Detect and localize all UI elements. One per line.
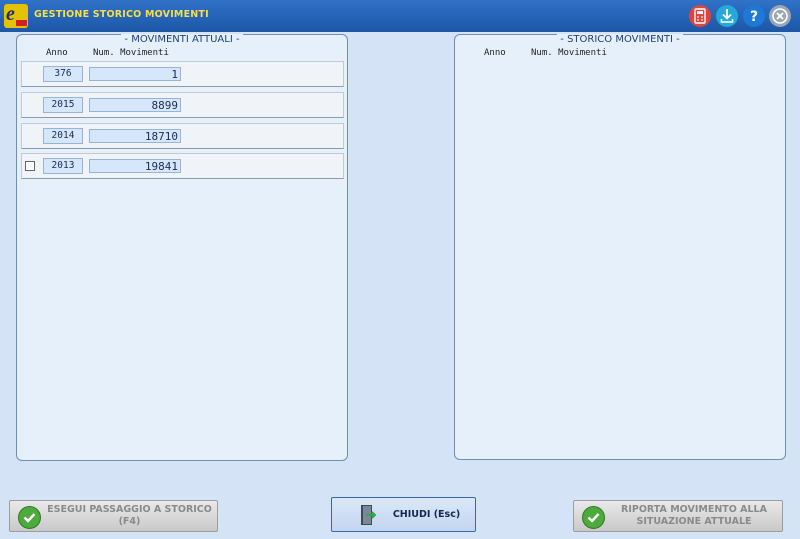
anno-field: 2015 [43,97,83,113]
esegui-passaggio-button[interactable]: ESEGUI PASSAGGIO A STORICO (F4) [9,500,218,532]
table-row[interactable]: 376 1 [21,61,344,87]
movimenti-attuali-panel: - MOVIMENTI ATTUALI - Anno Num. Moviment… [16,34,348,461]
close-icon[interactable] [769,5,791,27]
riporta-movimento-button[interactable]: RIPORTA MOVIMENTO ALLA SITUAZIONE ATTUAL… [573,500,783,532]
checkmark-icon [18,506,41,529]
button-label: ESEGUI PASSAGGIO A STORICO (F4) [47,504,212,527]
exit-door-icon [361,505,376,525]
anno-field: 2013 [43,158,83,174]
svg-text:?: ? [750,9,758,25]
anno-field: 2014 [43,128,83,144]
help-icon[interactable]: ? [743,5,765,27]
checkmark-icon [582,506,605,529]
storico-movimenti-panel: - STORICO MOVIMENTI - Anno Num. Moviment… [454,34,786,460]
column-header-anno: Anno [46,48,68,58]
num-movimenti-field: 19841 [89,159,181,173]
panel-title: - STORICO MOVIMENTI - [557,34,683,45]
chiudi-button[interactable]: CHIUDI (Esc) [331,497,476,532]
table-row[interactable]: 2015 8899 [21,92,344,118]
button-label: CHIUDI (Esc) [392,508,461,520]
table-row[interactable]: 2013 19841 [21,153,344,179]
app-logo-icon: e [4,3,28,28]
title-bar: e GESTIONE STORICO MOVIMENTI ? [0,0,800,32]
num-movimenti-field: 8899 [89,98,181,112]
row-checkbox[interactable] [25,161,35,171]
column-header-num-movimenti: Num. Movimenti [531,48,607,58]
column-header-num-movimenti: Num. Movimenti [93,48,169,58]
download-icon[interactable] [716,5,738,27]
window-title: GESTIONE STORICO MOVIMENTI [34,9,209,20]
num-movimenti-field: 1 [89,67,181,81]
num-movimenti-field: 18710 [89,129,181,143]
panel-title: - MOVIMENTI ATTUALI - [121,34,243,45]
anno-field: 376 [43,66,83,82]
table-row[interactable]: 2014 18710 [21,123,344,149]
column-header-anno: Anno [484,48,506,58]
calculator-icon[interactable] [689,5,711,27]
button-label-line1: RIPORTA MOVIMENTO ALLA [621,504,767,515]
button-label-line2: SITUAZIONE ATTUALE [636,516,752,527]
